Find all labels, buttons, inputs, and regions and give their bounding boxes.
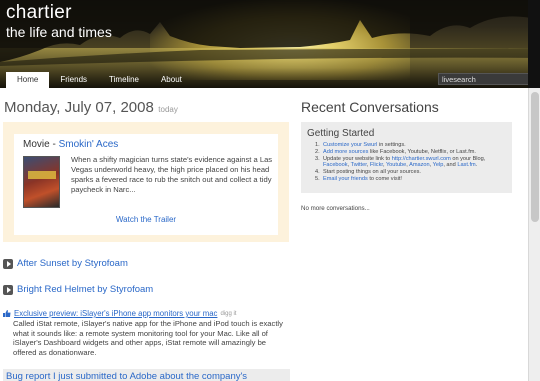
youtube-link[interactable]: Youtube [386, 162, 406, 168]
recent-conversations-title: Recent Conversations [301, 99, 439, 115]
lastfm-link[interactable]: Last.fm [457, 162, 475, 168]
digg-title-link[interactable]: Exclusive preview: iSlayer's iPhone app … [14, 309, 217, 318]
music-title[interactable]: Bright Red Helmet by Styrofoam [17, 284, 153, 295]
email-friends-link[interactable]: Email your friends [323, 176, 368, 182]
swurl-url-link[interactable]: http://chartier.swurl.com [392, 156, 451, 162]
date-heading: Monday, July 07, 2008 today [4, 99, 178, 117]
date-text: Monday, July 07, 2008 [4, 99, 154, 116]
tab-home[interactable]: Home [6, 72, 50, 88]
yelp-link[interactable]: Yelp [433, 162, 444, 168]
no-more-conversations: No more conversations... [301, 205, 370, 212]
play-icon[interactable] [3, 284, 13, 295]
movie-inner: Movie - Smokin' Aces When a shifty magic… [14, 134, 278, 235]
getting-started-panel: Getting Started 1. Customize your Swurl … [301, 122, 512, 193]
add-sources-link[interactable]: Add more sources [323, 149, 368, 155]
today-label: today [158, 105, 178, 114]
step-item: 1. Customize your Swurl in settings. [315, 142, 406, 148]
customize-link[interactable]: Customize your Swurl [323, 142, 377, 148]
digg-body: Called iStat remote, iSlayer's native ap… [13, 319, 283, 357]
getting-started-steps: 1. Customize your Swurl in settings. 2. … [315, 142, 510, 183]
digg-thumbs-icon [3, 310, 11, 317]
step-item: 5. Email your friends to come visit! [315, 175, 402, 182]
step-item: 2. Add more sources like Facebook, Youtu… [315, 148, 476, 155]
movie-card: Movie - Smokin' Aces When a shifty magic… [3, 122, 289, 242]
digg-header: Exclusive preview: iSlayer's iPhone app … [3, 309, 288, 318]
twitter-link[interactable]: Twitter [351, 162, 367, 168]
flickr-link[interactable]: Flickr [370, 162, 383, 168]
nav-tabs: Home Friends Timeline About [0, 72, 193, 88]
music-item[interactable]: After Sunset by Styrofoam [3, 258, 128, 269]
site-subtitle: the life and times [6, 24, 112, 40]
scrollbar-top-area [528, 0, 540, 88]
movie-link[interactable]: Smokin' Aces [59, 139, 119, 150]
bug-report-item: Bug report I just submitted to Adobe abo… [3, 369, 290, 381]
digg-source[interactable]: digg it [220, 311, 236, 317]
tab-timeline[interactable]: Timeline [98, 72, 150, 88]
step-item: 3. Update your website link to http://ch… [315, 155, 486, 169]
music-title[interactable]: After Sunset by Styrofoam [17, 258, 128, 269]
poster-title-band [28, 171, 56, 179]
getting-started-title: Getting Started [307, 128, 375, 139]
step-item: 4. Start posting things on all your sour… [315, 169, 421, 176]
movie-description: When a shifty magician turns state's evi… [71, 155, 273, 194]
movie-prefix: Movie - [23, 139, 59, 150]
play-icon[interactable] [3, 258, 13, 269]
site-header: chartier the life and times Home Friends… [0, 0, 540, 88]
movie-poster-image[interactable] [23, 156, 60, 208]
facebook-link[interactable]: Facebook [323, 162, 348, 168]
watch-trailer-link[interactable]: Watch the Trailer [14, 215, 278, 224]
page-scrollbar[interactable] [528, 88, 540, 381]
tab-about[interactable]: About [150, 72, 193, 88]
tab-friends[interactable]: Friends [49, 72, 98, 88]
amazon-link[interactable]: Amazon [409, 162, 430, 168]
livesearch-input[interactable]: livesearch [438, 73, 531, 85]
movie-title: Movie - Smokin' Aces [23, 139, 118, 150]
bug-report-link[interactable]: Bug report I just submitted to Adobe abo… [3, 369, 290, 381]
digg-item: Exclusive preview: iSlayer's iPhone app … [3, 309, 288, 357]
scrollbar-thumb[interactable] [531, 92, 539, 222]
music-item[interactable]: Bright Red Helmet by Styrofoam [3, 284, 153, 295]
site-title[interactable]: chartier [6, 2, 72, 24]
